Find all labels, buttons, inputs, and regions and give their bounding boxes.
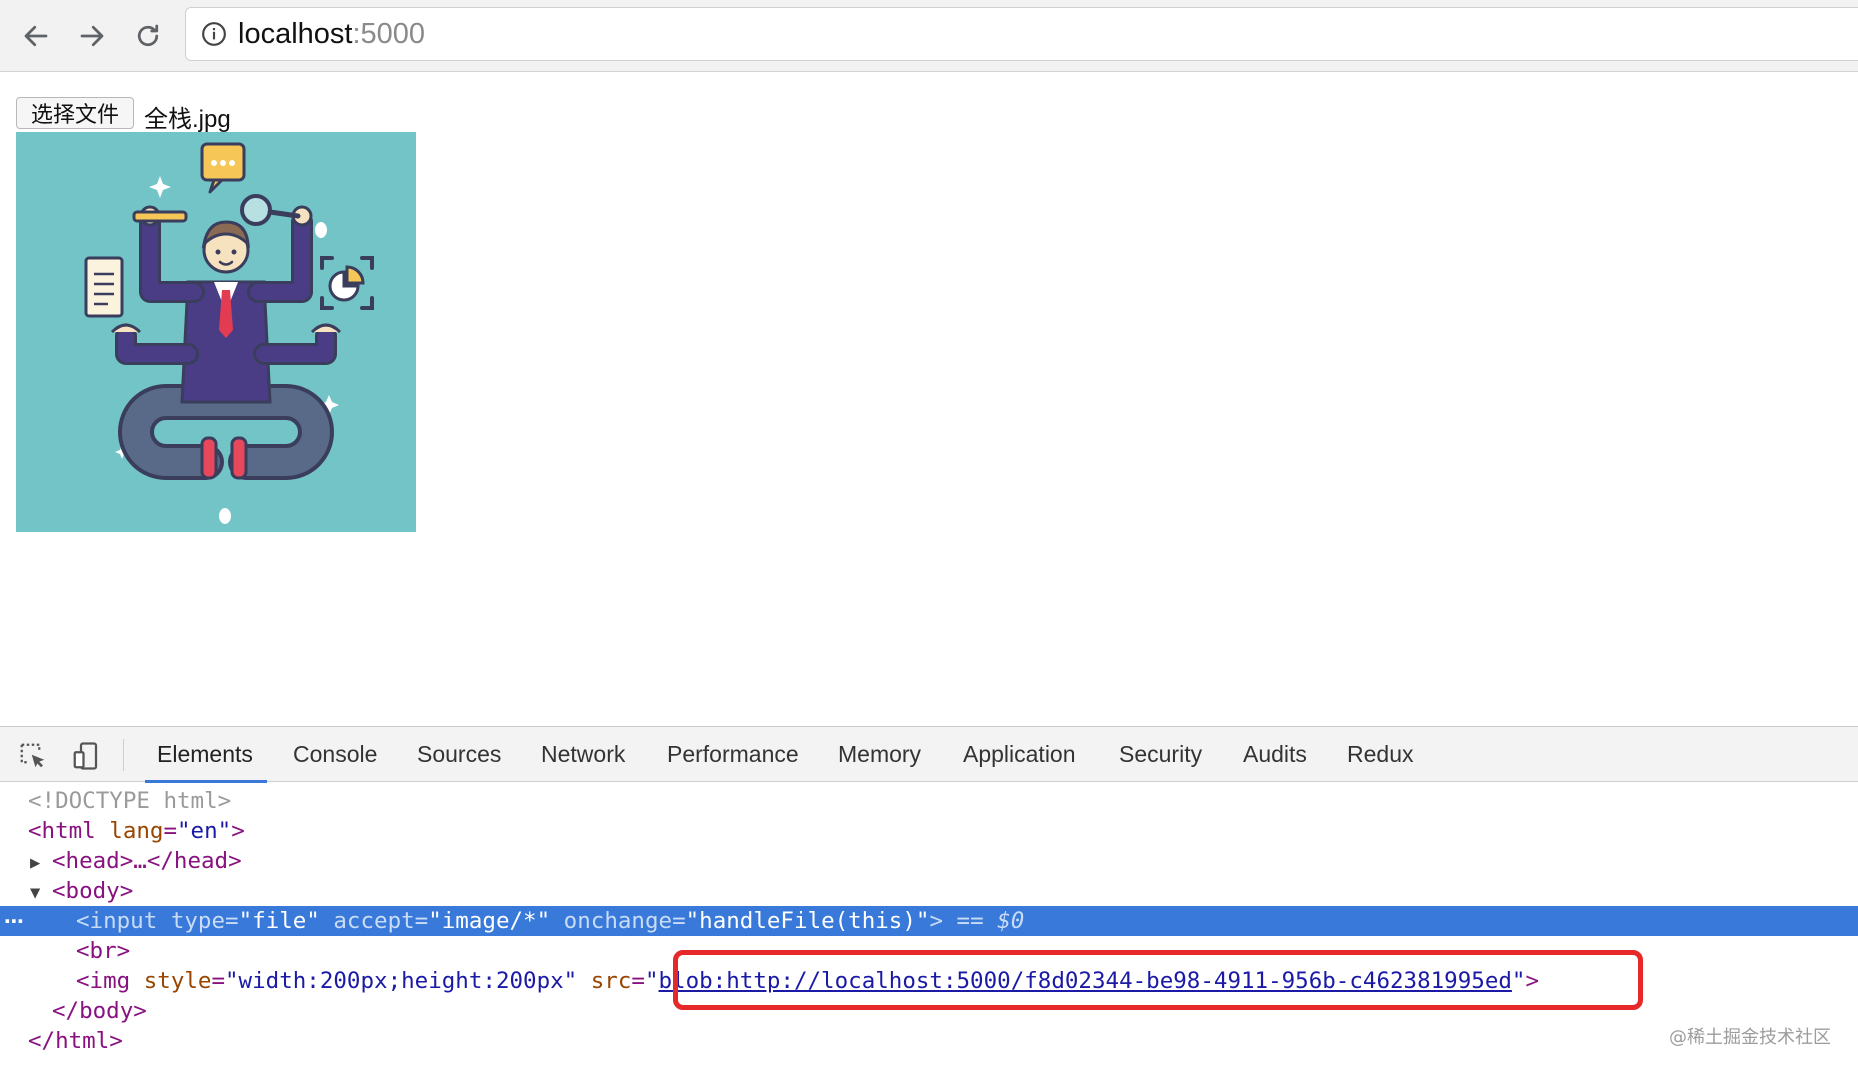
reload-button[interactable] — [126, 14, 170, 58]
arrow-right-icon — [80, 25, 104, 47]
device-mode-icon — [73, 742, 98, 770]
info-icon[interactable] — [200, 20, 228, 48]
arrow-left-icon — [24, 25, 48, 47]
inspect-cursor-icon — [20, 743, 45, 768]
tab-application[interactable]: Application — [963, 727, 1076, 782]
forward-button[interactable] — [70, 14, 114, 58]
reload-icon — [137, 24, 159, 47]
tab-security[interactable]: Security — [1119, 727, 1202, 782]
inspect-element-button[interactable] — [17, 740, 49, 772]
tab-memory[interactable]: Memory — [838, 727, 921, 782]
devtools-panel: Elements Console Sources Network Performance… — [0, 726, 1858, 1074]
office-worker-illustration — [84, 142, 374, 524]
dom-node-body-close[interactable]: </body> — [0, 996, 1858, 1026]
blob-src-link[interactable]: blob:http://localhost:5000/f8d02344-be98… — [659, 968, 1512, 994]
dom-node-br[interactable]: <br> — [0, 936, 1858, 966]
devtools-tabbar: Elements Console Sources Network Performance… — [0, 727, 1858, 783]
collapse-triangle-icon[interactable]: ▼ — [30, 878, 52, 908]
watermark: @稀土掘金技术社区 — [1669, 1027, 1831, 1048]
dom-node-body[interactable]: ▼ <body> — [0, 876, 1858, 906]
device-toolbar-button[interactable] — [70, 740, 102, 772]
choose-file-button[interactable]: 选择文件 — [16, 97, 134, 129]
tab-console[interactable]: Console — [293, 727, 377, 782]
dom-node-input-selected[interactable]: ⋯ <input type="file" accept="image/*" onc… — [0, 906, 1858, 936]
preview-image — [16, 132, 416, 532]
dom-node-html[interactable]: <html lang="en"> — [0, 816, 1858, 846]
dom-node-doctype[interactable]: <!DOCTYPE html> — [0, 786, 1858, 816]
elements-tree: <!DOCTYPE html> <html lang="en"> ▶ <head>… — [0, 782, 1858, 1074]
tab-sources[interactable]: Sources — [417, 727, 501, 782]
expand-triangle-icon[interactable]: ▶ — [30, 848, 52, 878]
address-bar[interactable]: localhost:5000 — [185, 7, 1858, 61]
toolbar-divider — [123, 739, 124, 771]
selected-file-name: 全栈.jpg — [144, 106, 231, 133]
tab-network[interactable]: Network — [541, 727, 625, 782]
more-options-icon[interactable]: ⋯ — [4, 906, 24, 936]
tab-elements[interactable]: Elements — [145, 727, 267, 783]
browser-toolbar: localhost:5000 — [0, 0, 1858, 72]
tab-performance[interactable]: Performance — [667, 727, 799, 782]
dom-node-html-close[interactable]: </html> — [0, 1026, 1858, 1056]
url-host: localhost — [238, 17, 353, 50]
url-port: :5000 — [352, 17, 426, 50]
dom-node-head[interactable]: ▶ <head>…</head> — [0, 846, 1858, 876]
tab-redux[interactable]: Redux — [1347, 727, 1413, 782]
tab-audits[interactable]: Audits — [1243, 727, 1307, 782]
dom-node-img[interactable]: <img style="width:200px;height:200px" sr… — [0, 966, 1858, 996]
back-button[interactable] — [14, 14, 58, 58]
